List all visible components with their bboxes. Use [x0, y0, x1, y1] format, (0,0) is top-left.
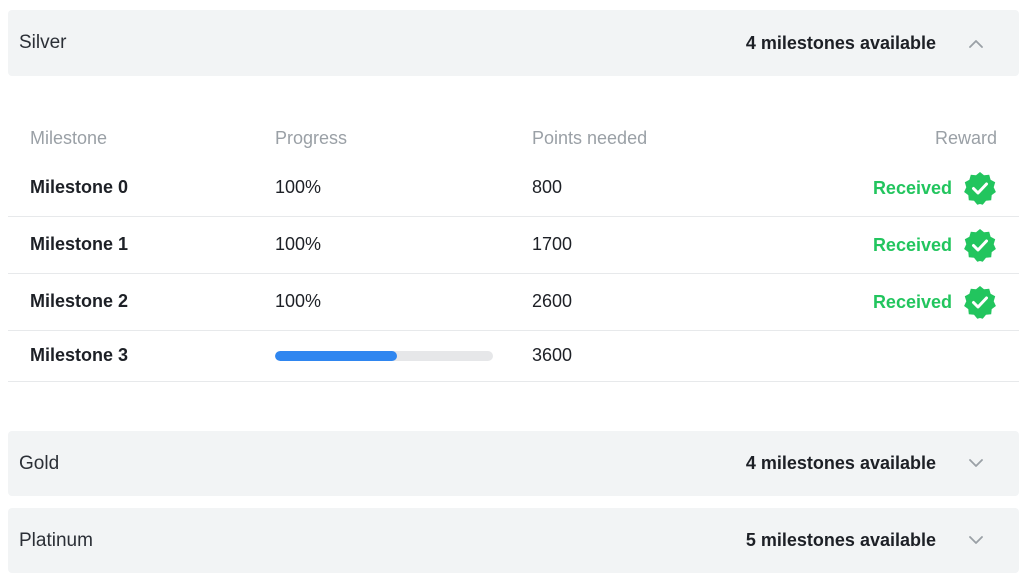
milestone-progress: 100% — [275, 177, 321, 198]
milestone-name: Milestone 1 — [30, 234, 128, 255]
milestone-name: Milestone 3 — [30, 345, 128, 366]
table-row: Milestone 1 100% 1700 Received — [8, 217, 1019, 274]
reward-label: Received — [873, 235, 952, 256]
column-header-progress: Progress — [275, 128, 347, 149]
section-title: Platinum — [19, 530, 93, 552]
milestone-name: Milestone 2 — [30, 291, 128, 312]
milestone-points: 800 — [532, 177, 562, 198]
section-milestone-count: 4 milestones available — [746, 453, 936, 474]
milestone-progress: 100% — [275, 234, 321, 255]
check-badge-icon — [963, 285, 997, 319]
column-header-points: Points needed — [532, 128, 647, 149]
reward-status: Received — [873, 285, 997, 319]
table-row: Milestone 3 3600 — [8, 331, 1019, 382]
chevron-down-icon[interactable] — [969, 534, 983, 548]
section-header-platinum[interactable]: Platinum 5 milestones available — [8, 508, 1019, 573]
reward-label: Received — [873, 292, 952, 313]
reward-status: Received — [873, 171, 997, 205]
column-header-milestone: Milestone — [30, 128, 107, 149]
column-header-reward: Reward — [935, 128, 997, 149]
section-title: Silver — [19, 32, 67, 54]
milestone-points: 2600 — [532, 291, 572, 312]
milestone-progress-bar — [275, 351, 493, 361]
check-badge-icon — [963, 228, 997, 262]
section-title: Gold — [19, 453, 59, 475]
milestone-points: 3600 — [532, 345, 572, 366]
reward-status: Received — [873, 228, 997, 262]
section-milestone-count: 5 milestones available — [746, 530, 936, 551]
milestone-table: Milestone Progress Points needed Reward … — [8, 111, 1019, 382]
milestone-progress: 100% — [275, 291, 321, 312]
reward-label: Received — [873, 178, 952, 199]
progress-bar-fill — [275, 351, 397, 361]
section-header-gold[interactable]: Gold 4 milestones available — [8, 431, 1019, 496]
table-row: Milestone 0 100% 800 Received — [8, 161, 1019, 217]
table-header: Milestone Progress Points needed Reward — [8, 111, 1019, 161]
section-milestone-count: 4 milestones available — [746, 33, 936, 54]
chevron-up-icon[interactable] — [969, 36, 983, 50]
check-badge-icon — [963, 171, 997, 205]
milestone-points: 1700 — [532, 234, 572, 255]
section-header-silver[interactable]: Silver 4 milestones available — [8, 10, 1019, 76]
table-row: Milestone 2 100% 2600 Received — [8, 274, 1019, 331]
chevron-down-icon[interactable] — [969, 457, 983, 471]
milestone-name: Milestone 0 — [30, 177, 128, 198]
